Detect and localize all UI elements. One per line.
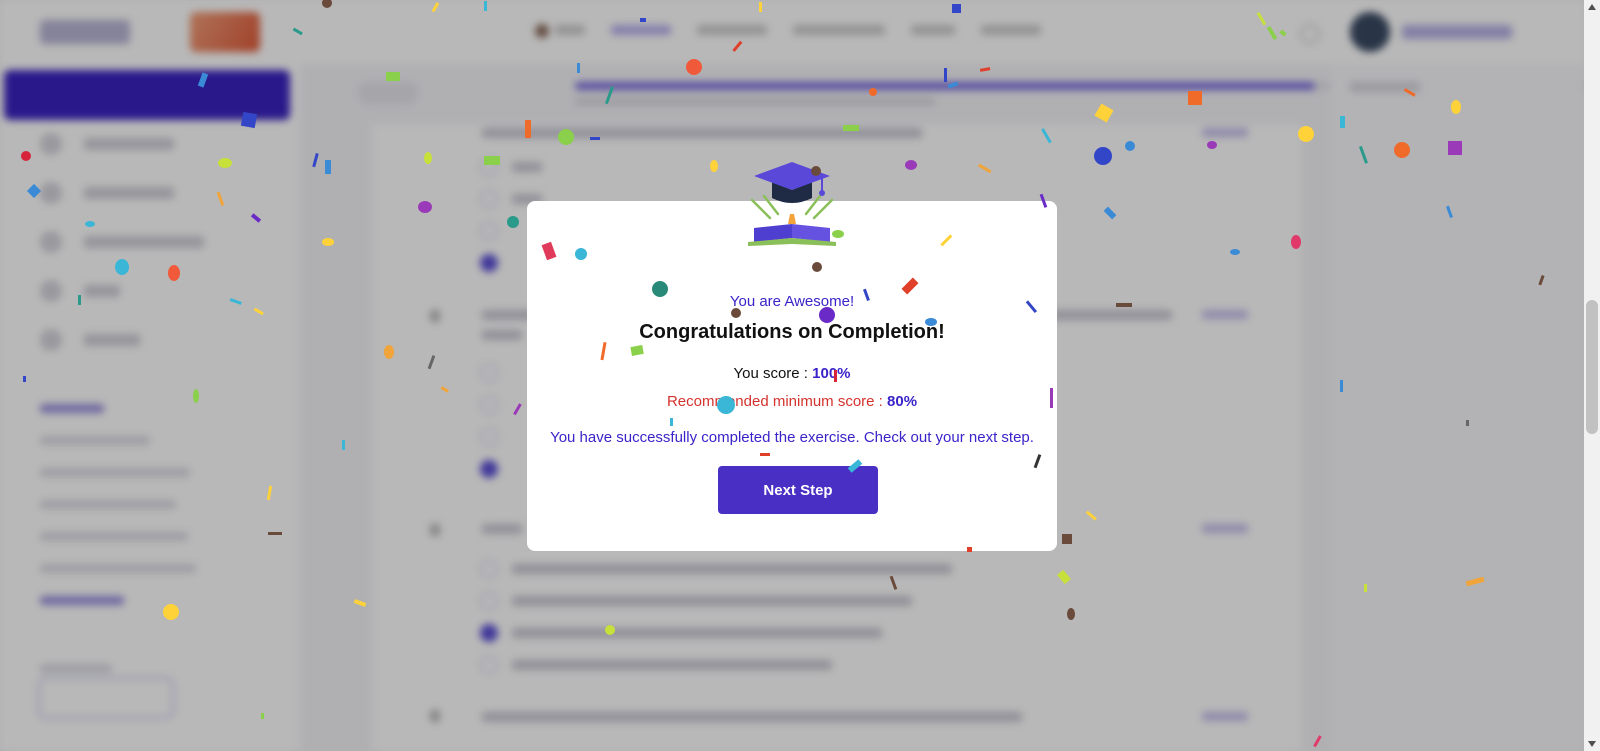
- minimum-score-label: Recommended minimum score :: [666, 393, 888, 410]
- completion-title: Congratulations on Completion!: [639, 321, 945, 343]
- graduation-cap-book-icon: [748, 162, 836, 246]
- scrollbar-thumb[interactable]: [1586, 300, 1598, 434]
- score-value: 100%: [812, 365, 851, 382]
- next-step-button[interactable]: Next Step: [718, 466, 878, 514]
- minimum-score-value: 80%: [887, 393, 918, 410]
- page-scrollbar[interactable]: [1584, 0, 1600, 751]
- score-text: You score : 100%: [527, 365, 1057, 382]
- minimum-score-text: Recommended minimum score : 80%: [527, 393, 1057, 410]
- completion-message: You have successfully completed the exer…: [550, 429, 1034, 446]
- scroll-up-arrow-icon[interactable]: [1588, 4, 1596, 10]
- score-label: You score :: [733, 365, 813, 382]
- awesome-subtitle: You are Awesome!: [729, 293, 855, 310]
- scroll-down-arrow-icon[interactable]: [1588, 741, 1596, 747]
